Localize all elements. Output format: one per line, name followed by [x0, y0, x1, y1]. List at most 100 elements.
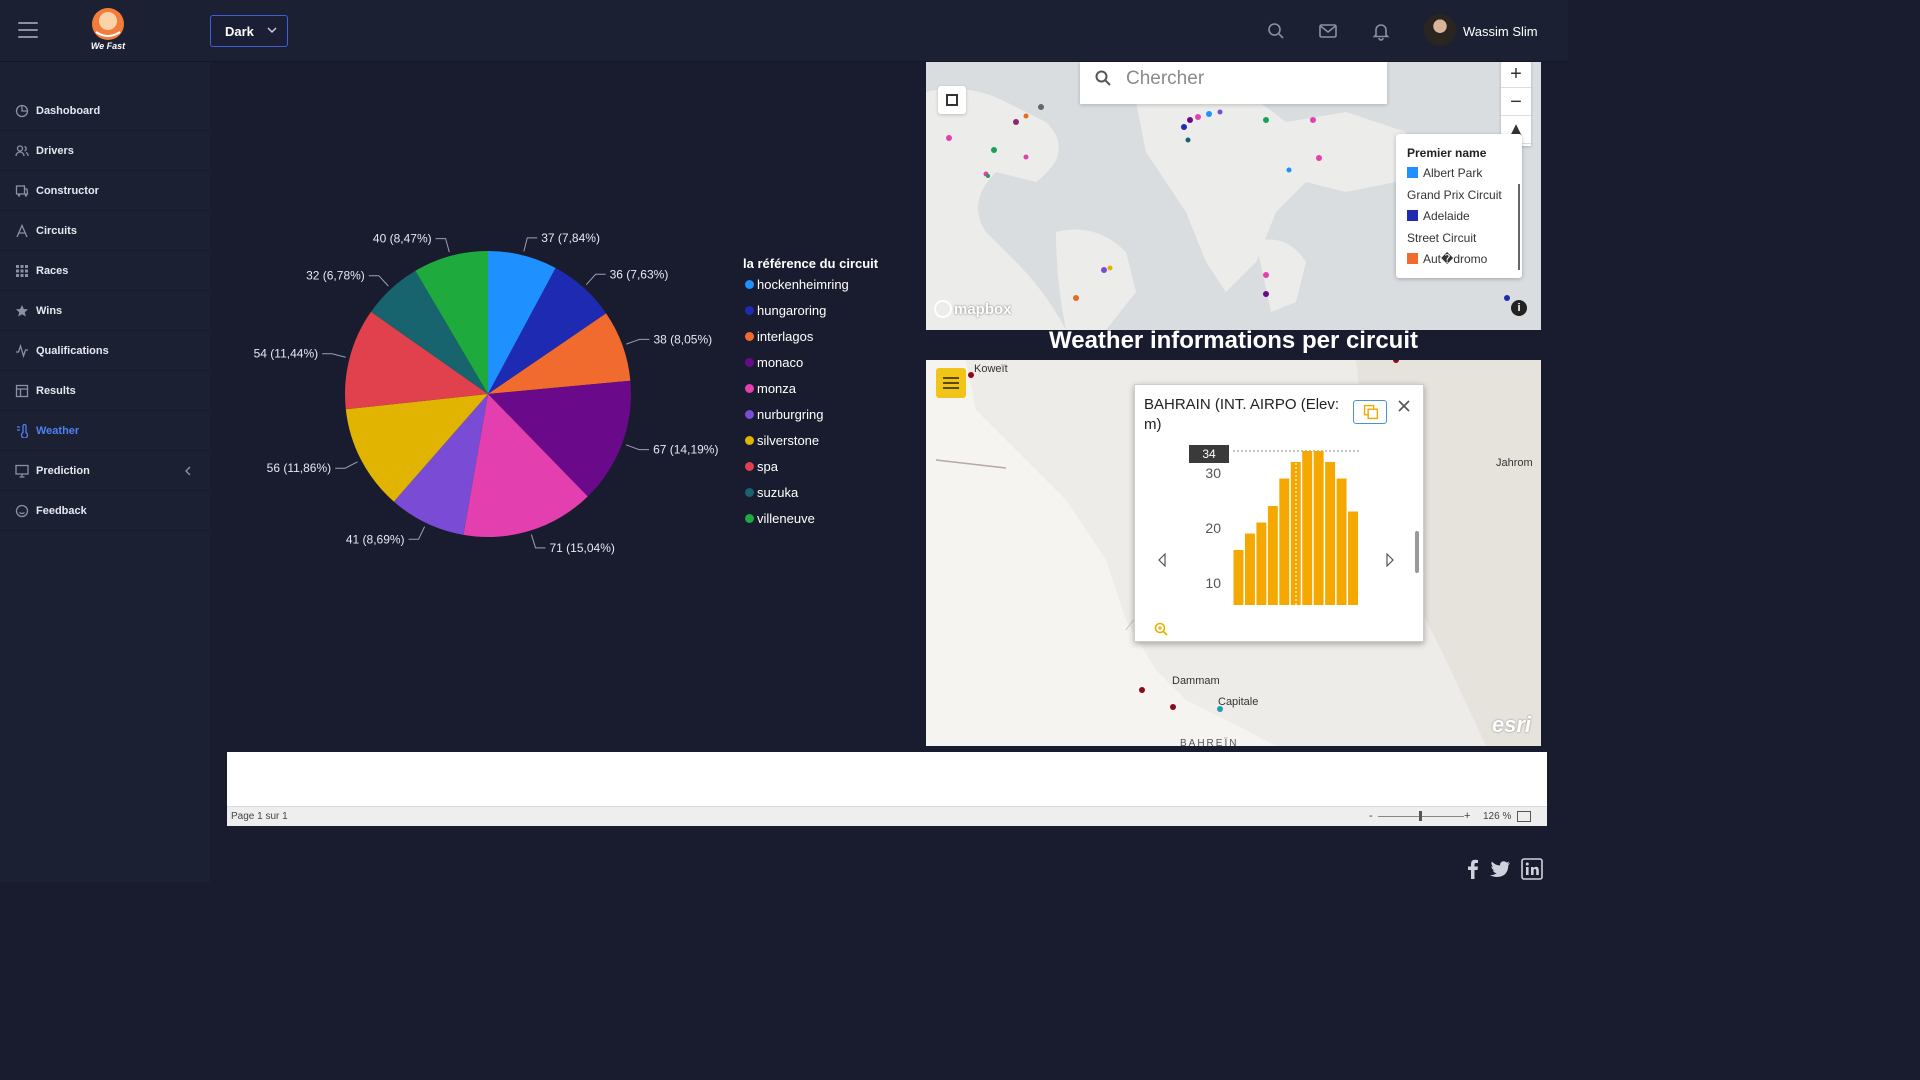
zoom-out-button[interactable]: −: [1501, 88, 1531, 116]
fit-to-page-icon[interactable]: [1517, 811, 1531, 822]
circuits-map[interactable]: Chercher + − ▲ Premier name Albert Park …: [926, 62, 1541, 330]
report-viewer: Page 1 sur 1 - + 126 %: [227, 752, 1547, 826]
y-tick-label: 20: [1205, 520, 1221, 536]
legend-item-interlagos[interactable]: interlagos: [743, 329, 878, 355]
sidebar-item-label: Results: [36, 385, 76, 397]
legend-title: la référence du circuit: [743, 256, 879, 271]
sidebar-item-constructor[interactable]: Constructor: [0, 171, 210, 211]
legend-scrollbar[interactable]: [1518, 184, 1520, 270]
pie-data-label: 71 (15,04%): [550, 541, 615, 555]
facebook-icon[interactable]: [1462, 858, 1484, 880]
hamburger-menu-icon[interactable]: [18, 22, 38, 38]
popup-scrollbar[interactable]: [1415, 531, 1419, 573]
legend-item-spa[interactable]: spa: [743, 459, 878, 485]
report-status-bar: Page 1 sur 1 - + 126 %: [227, 806, 1547, 826]
linkedin-icon[interactable]: [1521, 858, 1543, 880]
map-legend-item[interactable]: Adelaide: [1407, 209, 1522, 231]
pie-leader-line: [626, 338, 650, 345]
grid-icon: [16, 265, 28, 277]
mapbox-text: mapbox: [954, 301, 1012, 318]
weather-map[interactable]: Koweït Jahrom Dammam Capitale BAHREÏN es…: [926, 360, 1541, 746]
legend-item-suzuka[interactable]: suzuka: [743, 485, 878, 511]
zoom-slider-thumb[interactable]: [1419, 811, 1422, 821]
map-legend-label: Albert Park: [1423, 166, 1483, 180]
temperature-bar[interactable]: [1256, 522, 1267, 606]
temperature-bar[interactable]: [1313, 451, 1324, 605]
map-search-box[interactable]: Chercher: [1080, 62, 1387, 104]
map-legend-label: Grand Prix Circuit: [1407, 187, 1502, 202]
map-place-label: Koweït: [974, 363, 1008, 375]
circuit-icon: [16, 224, 28, 238]
map-legend-item[interactable]: Albert Park: [1407, 166, 1522, 188]
sidebar-item-label: Qualifications: [36, 345, 109, 357]
map-legend-item[interactable]: Grand Prix Circuit: [1407, 188, 1522, 210]
previous-icon[interactable]: [1157, 553, 1167, 567]
sidebar-item-label: Dashoboard: [36, 105, 101, 117]
map-legend-item[interactable]: Aut�dromo: [1407, 252, 1522, 274]
mail-icon[interactable]: [1318, 21, 1338, 41]
map-place-label: Capitale: [1218, 696, 1259, 708]
temperature-bar[interactable]: [1348, 511, 1358, 606]
temperature-bar[interactable]: [1325, 462, 1336, 605]
sidebar-item-circuits[interactable]: Circuits: [0, 211, 210, 251]
y-tick-label: 30: [1205, 465, 1221, 481]
zoom-in-button[interactable]: +: [1501, 62, 1531, 88]
weather-popup: BAHRAIN (INT. AIRPO (Elev: m) 10 20 30 34: [1134, 384, 1424, 642]
user-name[interactable]: Wassim Slim: [1463, 24, 1538, 39]
draw-tool-button[interactable]: [938, 86, 966, 114]
temperature-bar[interactable]: [1267, 506, 1278, 605]
sidebar-item-label: Feedback: [36, 505, 87, 517]
map-search-input[interactable]: Chercher: [1126, 68, 1204, 90]
legend-dot: [745, 358, 754, 367]
pie-data-label: 36 (7,63%): [610, 267, 669, 281]
sidebar-item-results[interactable]: Results: [0, 371, 210, 411]
twitter-icon[interactable]: [1489, 858, 1511, 880]
map-legend-item[interactable]: Street Circuit: [1407, 231, 1522, 253]
sidebar: Dashoboard Drivers Constructor Circuits …: [0, 62, 210, 882]
sidebar-item-feedback[interactable]: Feedback: [0, 491, 210, 531]
layer-menu-button[interactable]: [936, 368, 966, 398]
sidebar-item-races[interactable]: Races: [0, 251, 210, 291]
mapbox-logo[interactable]: mapbox: [934, 300, 1012, 318]
temperature-bar[interactable]: [1279, 478, 1290, 606]
pie-leader-line: [335, 461, 358, 469]
info-icon[interactable]: i: [1511, 300, 1527, 316]
legend-item-monza[interactable]: monza: [743, 381, 878, 407]
sidebar-item-dashboard[interactable]: Dashoboard: [0, 91, 210, 131]
legend-item-monaco[interactable]: monaco: [743, 355, 878, 381]
sidebar-item-weather[interactable]: Weather: [0, 411, 210, 451]
temperature-bar[interactable]: [1233, 550, 1244, 605]
bell-icon[interactable]: [1371, 21, 1391, 41]
temperature-bar[interactable]: [1244, 533, 1255, 606]
sidebar-item-drivers[interactable]: Drivers: [0, 131, 210, 171]
monitor-icon: [15, 464, 29, 478]
legend-item-hockenheimring[interactable]: hockenheimring: [743, 277, 878, 303]
chevron-left-icon: [185, 466, 191, 476]
temperature-bar[interactable]: [1302, 451, 1313, 605]
zoom-to-icon[interactable]: [1153, 621, 1169, 637]
avatar[interactable]: [1424, 14, 1456, 46]
search-icon[interactable]: [1266, 21, 1286, 41]
legend-label: villeneuve: [757, 511, 815, 526]
legend-item-villeneuve[interactable]: villeneuve: [743, 511, 878, 537]
theme-select[interactable]: Dark: [210, 15, 288, 47]
sidebar-item-prediction[interactable]: Prediction: [0, 451, 210, 491]
legend-item-nurburgring[interactable]: nurburgring: [743, 407, 878, 433]
sidebar-item-label: Drivers: [36, 145, 74, 157]
sidebar-item-wins[interactable]: Wins: [0, 291, 210, 331]
sidebar-item-qualifications[interactable]: Qualifications: [0, 331, 210, 371]
legend-item-hungaroring[interactable]: hungaroring: [743, 303, 878, 329]
next-icon[interactable]: [1385, 553, 1395, 567]
sidebar-item-label: Wins: [36, 305, 63, 317]
map-legend-label: Street Circuit: [1407, 230, 1477, 245]
zoom-out-button[interactable]: -: [1369, 810, 1373, 822]
dashboard-icon: [15, 104, 29, 118]
activity-icon: [16, 344, 28, 358]
zoom-in-button[interactable]: +: [1464, 810, 1470, 822]
zoom-level: 126 %: [1483, 811, 1512, 822]
map-legend: Premier name Albert Park Grand Prix Circ…: [1396, 134, 1522, 278]
legend-dot: [745, 488, 754, 497]
legend-item-silverstone[interactable]: silverstone: [743, 433, 878, 459]
temperature-bar[interactable]: [1336, 478, 1347, 606]
legend-dot: [745, 306, 754, 315]
